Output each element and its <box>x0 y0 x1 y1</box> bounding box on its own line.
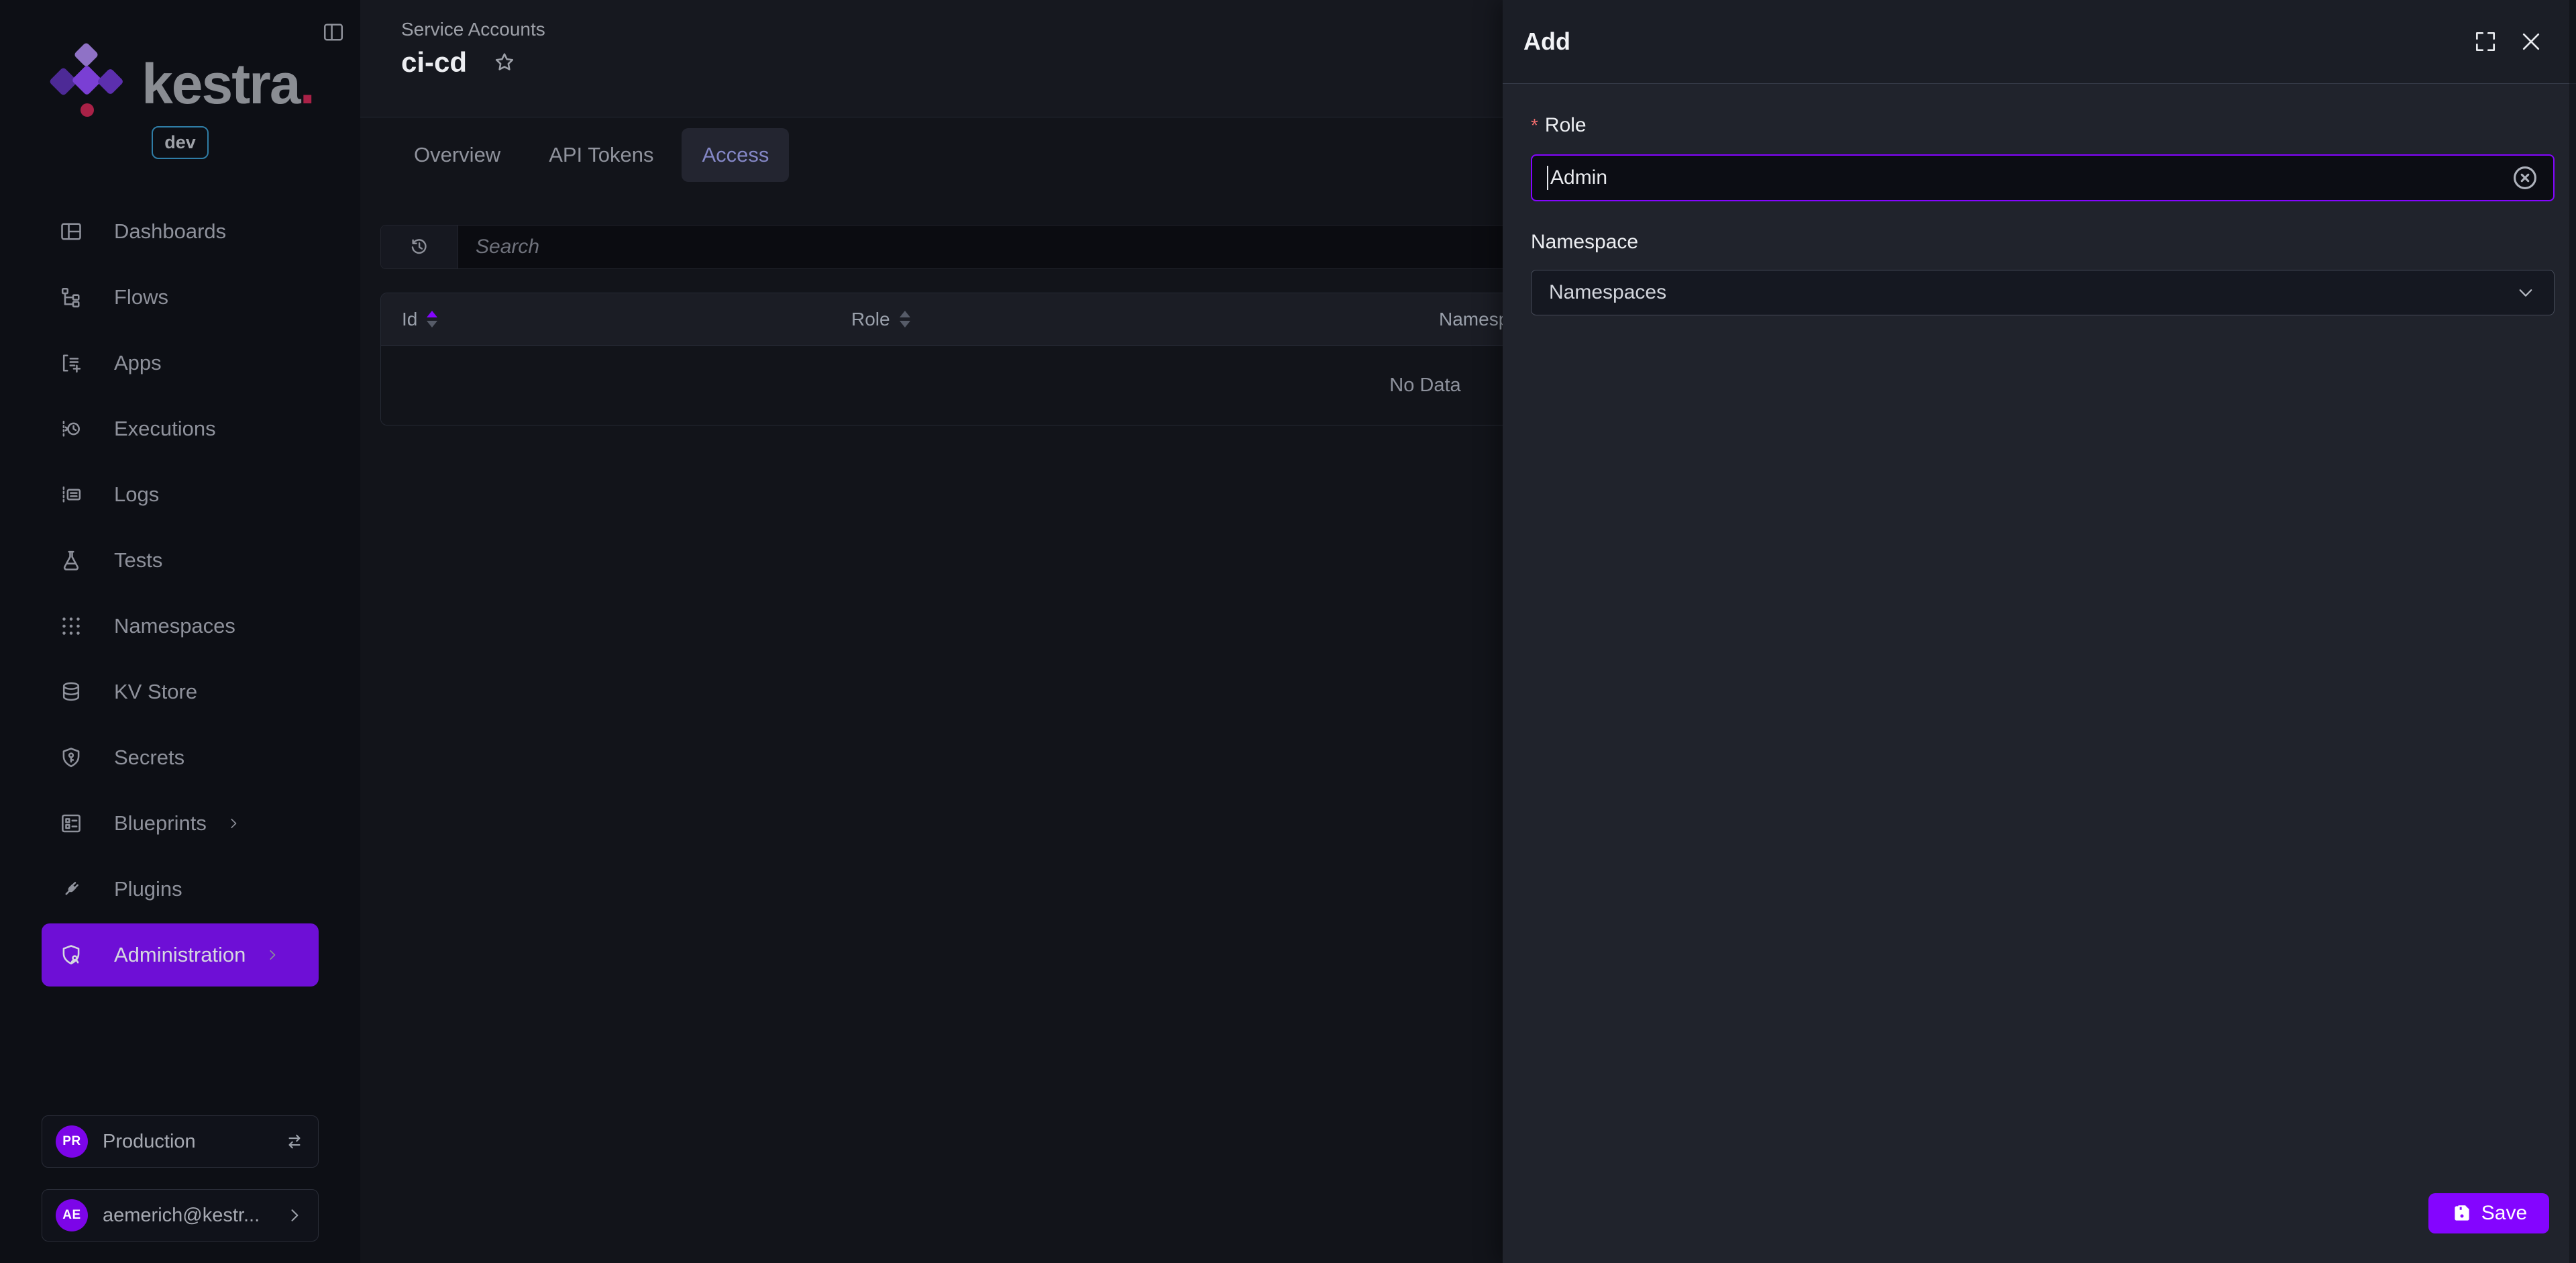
sidebar-item-label: Tests <box>114 548 162 572</box>
plug-icon <box>59 877 83 901</box>
role-field-label: *Role <box>1531 114 2555 137</box>
tab-label: Overview <box>414 143 500 167</box>
namespace-select-value: Namespaces <box>1549 281 1666 304</box>
chevron-right-icon <box>284 1205 305 1225</box>
drawer-header: Add <box>1503 0 2576 84</box>
sidebar-item-plugins[interactable]: Plugins <box>0 856 360 922</box>
sidebar-item-label: Dashboards <box>114 219 226 244</box>
database-icon <box>59 680 83 704</box>
sidebar-item-secrets[interactable]: Secrets <box>0 725 360 791</box>
kestra-logo-icon <box>46 44 125 123</box>
breadcrumb[interactable]: Service Accounts <box>401 19 545 40</box>
page-title: ci-cd <box>401 48 467 77</box>
sidebar-item-executions[interactable]: Executions <box>0 396 360 462</box>
sidebar-item-label: Logs <box>114 483 159 507</box>
apps-icon <box>59 351 83 375</box>
no-data-text: No Data <box>1389 374 1460 397</box>
sidebar-item-label: Secrets <box>114 746 184 770</box>
sort-arrows-icon <box>427 311 437 327</box>
view-dashboard-icon <box>59 219 83 244</box>
kestra-app: kestra. dev Dashboards Flows Apps Execut… <box>0 0 2576 1263</box>
clear-circle-icon[interactable] <box>2510 163 2540 193</box>
sidebar-item-apps[interactable]: Apps <box>0 330 360 396</box>
star-icon[interactable] <box>492 50 517 74</box>
column-label: Id <box>402 309 417 330</box>
environment-badge: dev <box>152 126 209 159</box>
sidebar-item-kv-store[interactable]: KV Store <box>0 659 360 725</box>
drawer-body: *Role Admin Namespace Namespaces Save <box>1503 85 2576 1263</box>
user-email: aemerich@kestr... <box>103 1205 260 1227</box>
text-caret <box>1547 166 1548 190</box>
flows-icon <box>59 285 83 309</box>
sidebar-item-label: KV Store <box>114 680 197 704</box>
swap-icon <box>284 1131 305 1152</box>
close-icon[interactable] <box>2518 29 2544 54</box>
sidebar-item-logs[interactable]: Logs <box>0 462 360 527</box>
role-input[interactable]: Admin <box>1531 154 2555 201</box>
executions-icon <box>59 417 83 441</box>
sidebar-item-label: Namespaces <box>114 614 235 638</box>
drawer-scrollbar[interactable] <box>2569 0 2576 1263</box>
logs-icon <box>59 483 83 507</box>
history-icon <box>408 236 431 258</box>
sidebar-item-label: Plugins <box>114 877 182 901</box>
sidebar-item-administration[interactable]: Administration <box>0 922 360 988</box>
tab-overview[interactable]: Overview <box>394 128 521 182</box>
sidebar-item-label: Apps <box>114 351 162 375</box>
workspace-switcher[interactable]: PR Production <box>42 1115 319 1168</box>
sidebar-item-label: Flows <box>114 285 168 309</box>
user-avatar: AE <box>56 1199 88 1231</box>
save-button-label: Save <box>2481 1202 2527 1225</box>
save-button[interactable]: Save <box>2428 1193 2549 1233</box>
flask-icon <box>59 548 83 572</box>
shield-account-icon <box>59 943 83 967</box>
search-history-button[interactable] <box>381 225 458 268</box>
kestra-logo[interactable]: kestra. <box>0 44 360 123</box>
namespace-field-label: Namespace <box>1531 231 2555 254</box>
column-label: Role <box>851 309 890 330</box>
add-drawer: Add *Role Admin Namespace Namespaces <box>1503 0 2576 1263</box>
required-mark: * <box>1531 115 1538 136</box>
sidebar-item-label: Executions <box>114 417 216 441</box>
column-header-role[interactable]: Role <box>851 293 910 345</box>
blueprints-icon <box>59 811 83 836</box>
chevron-right-icon <box>264 947 280 963</box>
role-input-value: Admin <box>1550 166 1607 189</box>
column-header-id[interactable]: Id <box>402 293 437 345</box>
tab-label: Access <box>702 143 769 167</box>
chevron-down-icon <box>2515 282 2536 303</box>
sidebar-item-blueprints[interactable]: Blueprints <box>0 791 360 856</box>
sidebar-item-namespaces[interactable]: Namespaces <box>0 593 360 659</box>
tab-bar: Overview API Tokens Access <box>394 128 789 183</box>
sidebar-item-dashboards[interactable]: Dashboards <box>0 199 360 264</box>
drawer-title: Add <box>1523 28 1570 56</box>
dots-grid-icon <box>59 614 83 638</box>
tab-api-tokens[interactable]: API Tokens <box>529 128 674 182</box>
kestra-wordmark: kestra. <box>142 56 314 112</box>
namespace-select[interactable]: Namespaces <box>1531 270 2555 315</box>
tab-access[interactable]: Access <box>682 128 789 182</box>
sidebar-item-flows[interactable]: Flows <box>0 264 360 330</box>
shield-key-icon <box>59 746 83 770</box>
sort-arrows-icon <box>900 311 910 327</box>
tab-label: API Tokens <box>549 143 653 167</box>
workspace-avatar: PR <box>56 1125 88 1158</box>
sidebar-item-label: Blueprints <box>114 811 207 836</box>
sidebar-menu: Dashboards Flows Apps Executions Logs Te… <box>0 199 360 988</box>
sidebar: kestra. dev Dashboards Flows Apps Execut… <box>0 0 361 1263</box>
chevron-right-icon <box>225 815 241 831</box>
sidebar-item-label: Administration <box>114 943 246 967</box>
save-icon <box>2451 1202 2473 1225</box>
workspace-name: Production <box>103 1131 196 1153</box>
sidebar-item-tests[interactable]: Tests <box>0 527 360 593</box>
environment-badge-row: dev <box>0 126 360 159</box>
panel-collapse-icon[interactable] <box>321 20 345 44</box>
expand-icon[interactable] <box>2473 29 2498 54</box>
user-menu[interactable]: AE aemerich@kestr... <box>42 1189 319 1242</box>
